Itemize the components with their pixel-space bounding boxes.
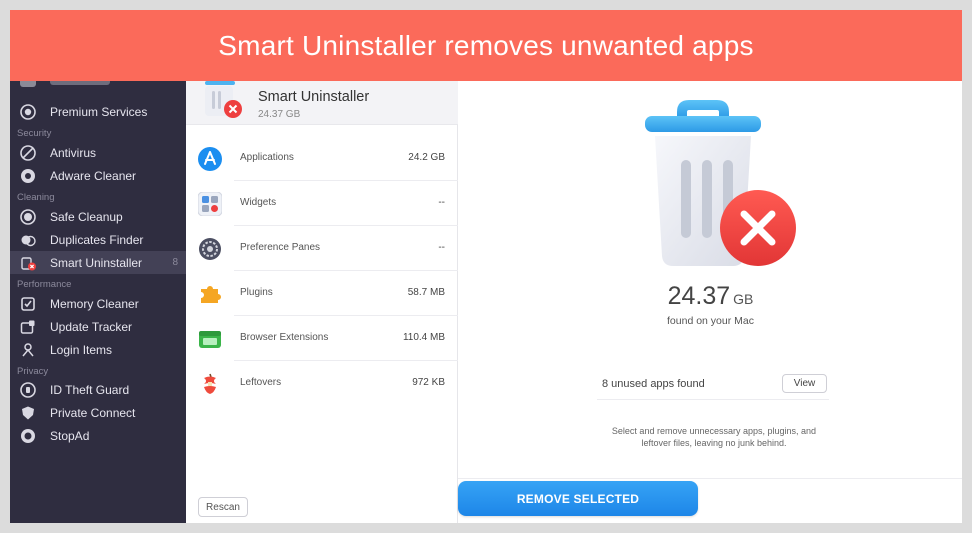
apple-core-icon <box>204 373 216 394</box>
sidebar-item-label: Memory Cleaner <box>50 297 139 311</box>
app-store-icon <box>198 147 222 171</box>
sidebar-item-adware-cleaner[interactable]: Adware Cleaner <box>10 164 186 187</box>
private-connect-icon <box>22 406 34 420</box>
category-name: Browser Extensions <box>240 332 329 343</box>
sidebar-item-count: 8 <box>172 257 178 268</box>
sidebar-item-label: Login Items <box>50 343 113 357</box>
sidebar-item-label: ID Theft Guard <box>50 383 130 397</box>
list-header-title: Smart Uninstaller <box>258 89 370 105</box>
trash-can-icon <box>645 100 796 266</box>
sidebar-item-label: Duplicates Finder <box>50 233 144 247</box>
puzzle-icon <box>201 286 221 303</box>
description-text: Select and remove unnecessary apps, plug… <box>611 426 817 448</box>
category-value: 972 KB <box>412 377 445 388</box>
category-row-plugins[interactable]: Plugins 58.7 MB <box>186 271 458 316</box>
sidebar-item-login-items[interactable]: Login Items <box>10 338 186 361</box>
divider <box>597 399 829 400</box>
uninstaller-icon <box>21 257 36 271</box>
duplicates-icon <box>21 235 36 247</box>
sidebar-item-antivirus[interactable]: Antivirus <box>10 141 186 164</box>
rescan-button[interactable]: Rescan <box>198 497 248 517</box>
id-theft-icon <box>20 382 36 398</box>
app-frame: Smart Uninstaller removes unwanted apps … <box>10 10 962 523</box>
sidebar-item-partial[interactable] <box>10 81 186 89</box>
sidebar-item-stopad[interactable]: StopAd <box>10 424 186 447</box>
category-row-applications[interactable]: Applications 24.2 GB <box>186 136 458 181</box>
category-value: 58.7 MB <box>407 287 445 298</box>
unused-apps-text: 8 unused apps found <box>602 378 705 390</box>
category-name: Leftovers <box>240 377 282 388</box>
category-panel: Smart Uninstaller 24.37 GB Applications … <box>186 81 458 523</box>
sidebar-item-private-connect[interactable]: Private Connect <box>10 401 186 424</box>
category-value: 24.2 GB <box>408 152 445 163</box>
view-button[interactable]: View <box>782 374 827 393</box>
category-value: -- <box>438 197 445 208</box>
sidebar-item-label: StopAd <box>50 429 90 443</box>
sidebar-item-memory-cleaner[interactable]: Memory Cleaner <box>10 292 186 315</box>
category-row-preference-panes[interactable]: Preference Panes -- <box>186 226 458 271</box>
category-name: Plugins <box>240 287 273 298</box>
sidebar-item-label: Smart Uninstaller <box>50 256 143 270</box>
sidebar-item-label: Update Tracker <box>50 320 133 334</box>
banner-text: Smart Uninstaller removes unwanted apps <box>218 29 754 61</box>
category-name: Applications <box>240 152 294 163</box>
sidebar-item-premium-services[interactable]: Premium Services <box>10 100 186 123</box>
category-row-browser-extensions[interactable]: Browser Extensions 110.4 MB <box>186 316 458 361</box>
uninstaller-app-icon <box>205 81 242 118</box>
category-value: 110.4 MB <box>402 332 445 343</box>
list-header-size: 24.37 GB <box>258 109 301 120</box>
sidebar-section-cleaning: Cleaning <box>17 192 55 203</box>
category-value: -- <box>438 242 445 253</box>
login-icon <box>22 343 34 357</box>
category-name: Preference Panes <box>240 242 321 253</box>
total-size-number: 24.37 <box>667 282 731 310</box>
update-icon <box>20 320 35 334</box>
sidebar-item-label: Adware Cleaner <box>50 169 137 183</box>
sidebar-item-smart-uninstaller[interactable]: Smart Uninstaller 8 <box>10 251 186 274</box>
total-size: 24.37 GB <box>459 282 962 311</box>
category-row-widgets[interactable]: Widgets -- <box>186 181 458 226</box>
widgets-icon <box>198 192 222 216</box>
summary-panel: 24.37 GB found on your Mac 8 unused apps … <box>459 81 962 523</box>
sidebar-item-label: Premium Services <box>50 105 148 119</box>
memory-icon <box>21 297 35 311</box>
sidebar: Premium Services Security Antivirus Adwa… <box>10 81 186 523</box>
remove-selected-button[interactable]: REMOVE SELECTED <box>458 481 698 516</box>
category-name: Widgets <box>240 197 277 208</box>
sidebar-item-safe-cleanup[interactable]: Safe Cleanup <box>10 205 186 228</box>
antivirus-icon <box>20 145 36 161</box>
category-row-leftovers[interactable]: Leftovers 972 KB <box>186 361 458 406</box>
sidebar-item-update-tracker[interactable]: Update Tracker <box>10 315 186 338</box>
sidebar-item-label: Antivirus <box>50 146 97 160</box>
sidebar-item-label: Private Connect <box>50 406 136 420</box>
sidebar-item-duplicates-finder[interactable]: Duplicates Finder <box>10 228 186 251</box>
promo-banner: Smart Uninstaller removes unwanted apps <box>10 10 962 81</box>
premium-icon <box>20 104 36 120</box>
bottom-divider <box>458 478 962 479</box>
list-header[interactable]: Smart Uninstaller 24.37 GB <box>186 81 458 125</box>
sidebar-section-privacy: Privacy <box>17 366 49 377</box>
total-size-unit: GB <box>733 291 754 307</box>
found-caption: found on your Mac <box>667 315 754 327</box>
sidebar-item-label: Safe Cleanup <box>50 210 123 224</box>
sidebar-section-security: Security <box>17 128 52 139</box>
sidebar-section-performance: Performance <box>17 279 72 290</box>
stopad-icon <box>21 429 35 443</box>
safe-cleanup-icon <box>20 209 36 225</box>
gear-icon <box>199 238 221 260</box>
adware-icon <box>21 169 35 183</box>
sidebar-item-id-theft-guard[interactable]: ID Theft Guard <box>10 378 186 401</box>
extension-icon <box>199 331 221 348</box>
